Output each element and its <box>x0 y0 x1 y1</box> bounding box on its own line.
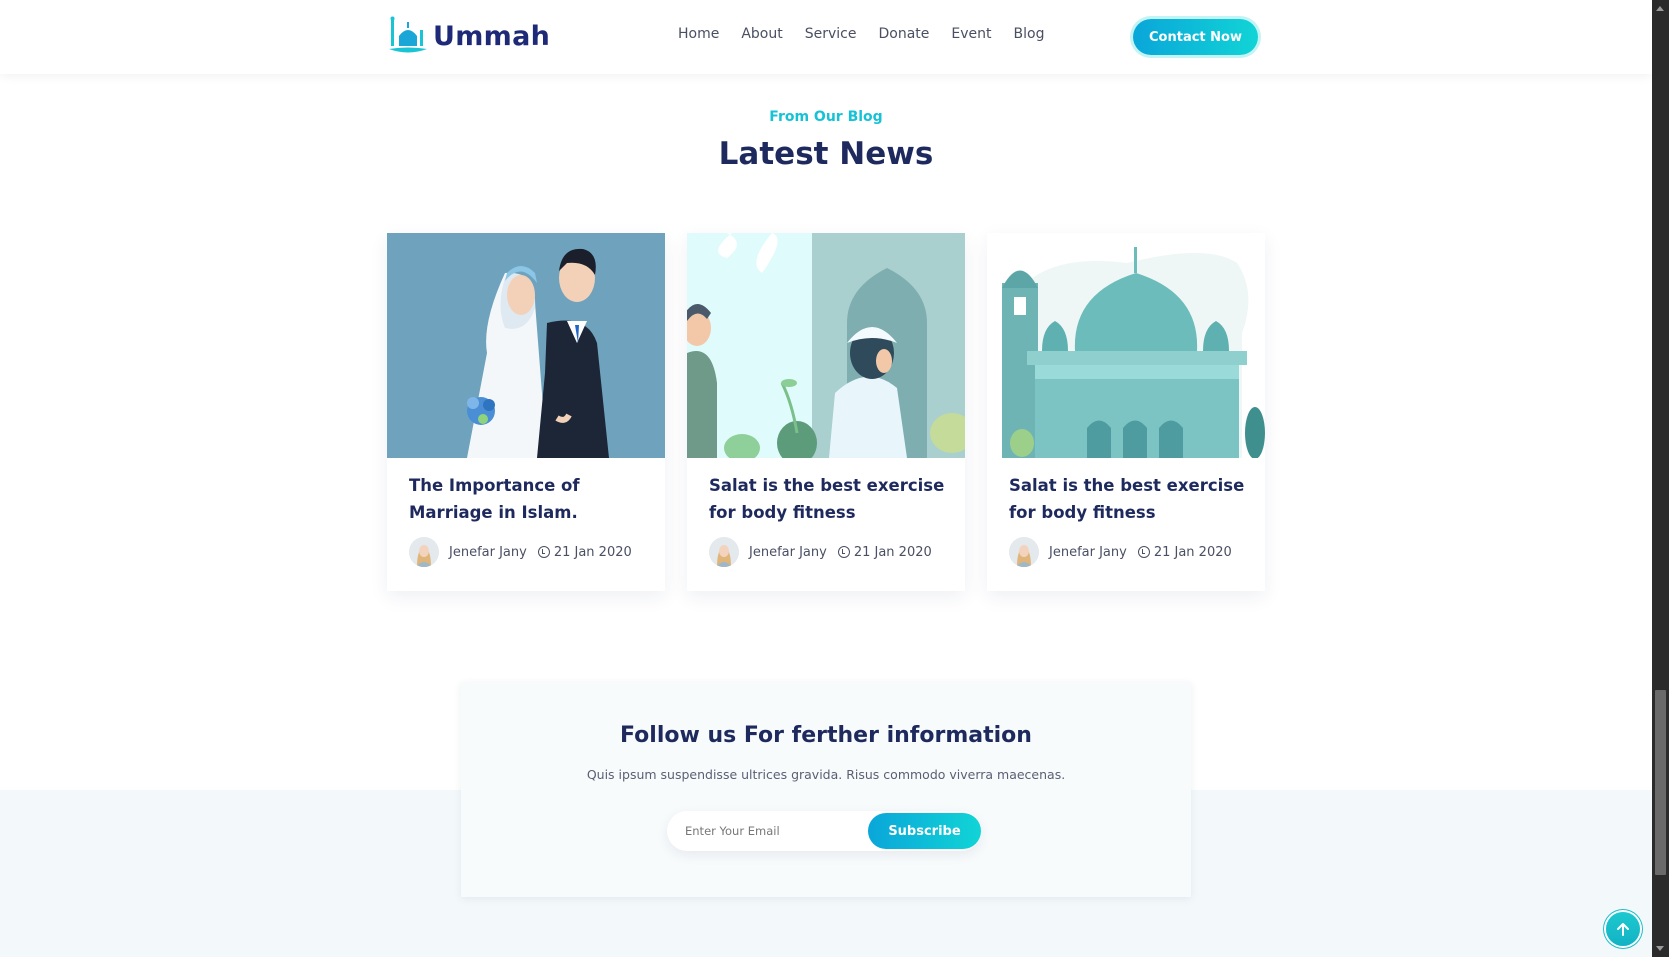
post-meta: Jenefar Jany 21 Jan 2020 <box>1009 537 1232 567</box>
wedding-couple-illustration[interactable] <box>387 233 665 458</box>
clock-icon <box>837 546 850 558</box>
avatar <box>1009 537 1039 567</box>
subscribe-form: Subscribe <box>667 811 981 851</box>
post-meta: Jenefar Jany 21 Jan 2020 <box>409 537 632 567</box>
post-title[interactable]: The Importance of Marriage in Islam. <box>409 472 649 526</box>
arrow-up-icon <box>1617 923 1629 936</box>
prayer-boy-illustration[interactable] <box>687 233 965 458</box>
brand-name: Ummah <box>433 20 551 52</box>
contact-now-button[interactable]: Contact Now <box>1133 19 1258 55</box>
post-author: Jenefar Jany <box>449 544 527 560</box>
scrollbar-thumb[interactable] <box>1655 690 1666 875</box>
avatar <box>409 537 439 567</box>
site-header: Ummah Home About Service Donate Event Bl… <box>0 0 1652 74</box>
news-card[interactable]: Salat is the best exercise for body fitn… <box>687 233 965 591</box>
clock-icon <box>537 546 550 558</box>
avatar <box>709 537 739 567</box>
email-input[interactable] <box>685 811 875 851</box>
clock-icon <box>1137 546 1150 558</box>
nav-service[interactable]: Service <box>805 26 857 42</box>
scroll-up-icon[interactable] <box>1652 0 1669 17</box>
scroll-down-icon[interactable] <box>1652 940 1669 957</box>
post-date: 21 Jan 2020 <box>1153 544 1232 560</box>
post-title[interactable]: Salat is the best exercise for body fitn… <box>709 472 949 526</box>
main-nav: Home About Service Donate Event Blog <box>678 26 1044 42</box>
section-eyebrow: From Our Blog <box>769 109 883 125</box>
mosque-logo-icon <box>389 16 427 53</box>
section-title: Latest News <box>718 136 934 172</box>
newsletter-subtitle: Quis ipsum suspendisse ultrices gravida.… <box>586 767 1066 782</box>
back-to-top-button[interactable] <box>1606 912 1640 946</box>
news-card[interactable]: The Importance of Marriage in Islam. Jen… <box>387 233 665 591</box>
newsletter-box: Follow us For ferther information Quis i… <box>461 682 1191 897</box>
post-title[interactable]: Salat is the best exercise for body fitn… <box>1009 472 1249 526</box>
nav-blog[interactable]: Blog <box>1014 26 1045 42</box>
nav-event[interactable]: Event <box>951 26 991 42</box>
post-author: Jenefar Jany <box>749 544 827 560</box>
logo[interactable]: Ummah <box>387 16 550 56</box>
subscribe-button[interactable]: Subscribe <box>868 813 981 849</box>
nav-donate[interactable]: Donate <box>879 26 930 42</box>
post-date: 21 Jan 2020 <box>553 544 632 560</box>
post-meta: Jenefar Jany 21 Jan 2020 <box>709 537 932 567</box>
post-date: 21 Jan 2020 <box>853 544 932 560</box>
scrollbar[interactable] <box>1652 0 1669 957</box>
newsletter-title: Follow us For ferther information <box>620 723 1032 748</box>
nav-home[interactable]: Home <box>678 26 719 42</box>
post-author: Jenefar Jany <box>1049 544 1127 560</box>
mosque-illustration[interactable] <box>987 233 1265 458</box>
nav-about[interactable]: About <box>741 26 782 42</box>
news-card[interactable]: Salat is the best exercise for body fitn… <box>987 233 1265 591</box>
